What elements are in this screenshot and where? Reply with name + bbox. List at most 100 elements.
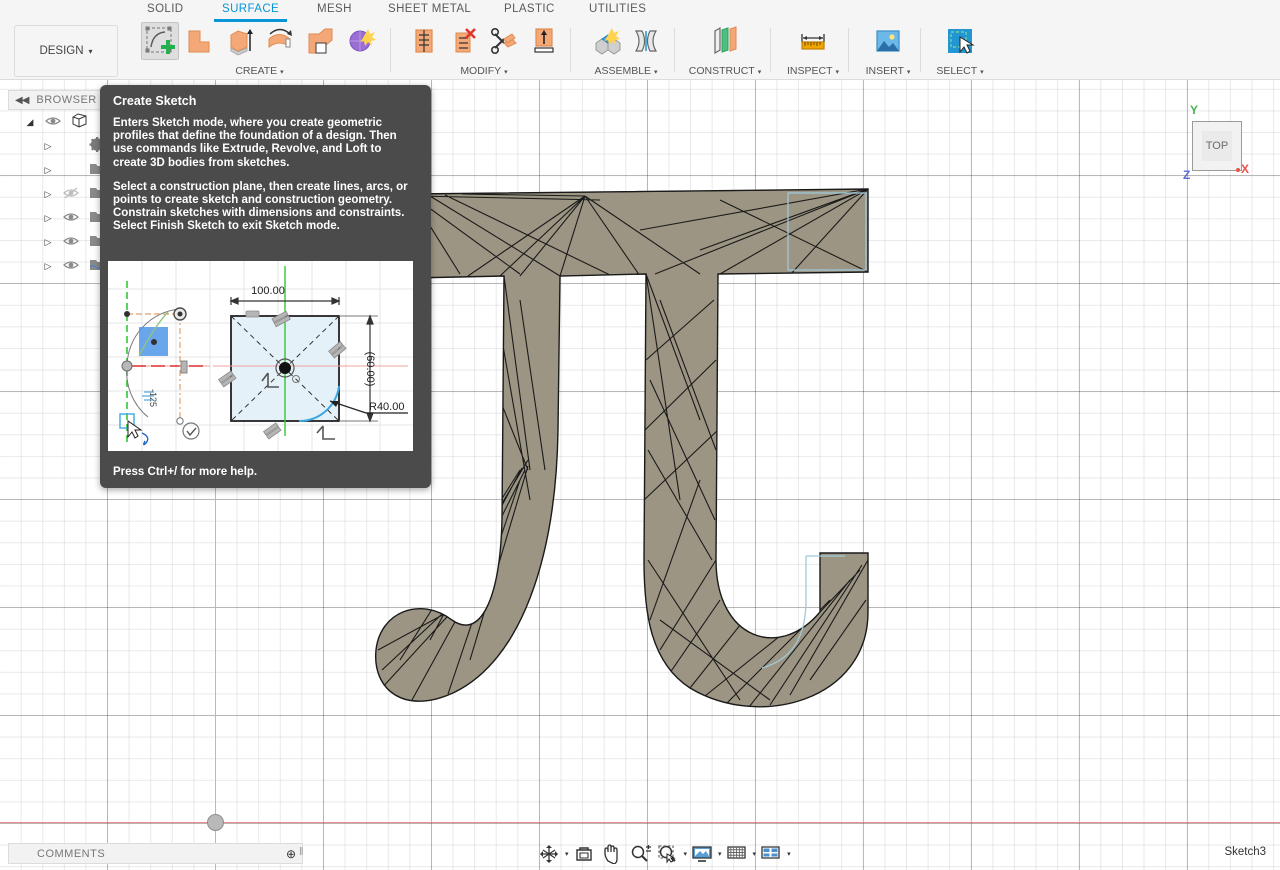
split-icon (488, 25, 520, 57)
delete-face-button[interactable] (445, 22, 483, 60)
create-sketch-button[interactable] (141, 22, 179, 60)
collapse-left-icon[interactable]: ◀◀ (15, 95, 28, 106)
patch-button[interactable] (181, 22, 219, 60)
origin-point[interactable] (207, 814, 224, 831)
viewcube-top-face[interactable]: TOP (1193, 122, 1241, 170)
axis-label-z: Z (1183, 168, 1190, 182)
revolve-button[interactable] (261, 22, 299, 60)
collapsed-twisty-icon[interactable]: ▷ (38, 237, 58, 248)
tab-utilities[interactable]: UTILITIES (589, 3, 646, 19)
patch-icon (184, 25, 216, 57)
pan-hand-button[interactable] (599, 842, 625, 866)
chevron-down-icon: ▾ (654, 69, 658, 76)
revolve-icon (264, 25, 296, 57)
collapsed-twisty-icon[interactable]: ▷ (38, 165, 58, 176)
chevron-down-icon[interactable]: ▾ (753, 850, 757, 858)
joint-icon (630, 25, 662, 57)
panel-label-create[interactable]: CREATE▾ (132, 65, 387, 77)
split-button[interactable] (485, 22, 523, 60)
panel-label-insert[interactable]: INSERT▾ (858, 65, 918, 77)
look-at-button[interactable] (571, 842, 597, 866)
grid-snaps-icon (726, 844, 748, 864)
eye-visible-icon[interactable] (58, 259, 84, 274)
eye-visible-icon[interactable] (58, 211, 84, 226)
loft-button[interactable] (301, 22, 339, 60)
sculpt-button[interactable] (341, 22, 379, 60)
panel-divider (770, 28, 771, 72)
ribbon-panel-inspect: INSPECT▾ (780, 22, 846, 80)
collapsed-twisty-icon[interactable]: ▷ (38, 141, 58, 152)
display-settings-button[interactable] (689, 842, 715, 866)
eye-visible-icon[interactable] (58, 235, 84, 250)
offset-plane-button[interactable] (706, 22, 744, 60)
dim-width-label: 100.00 (251, 285, 285, 297)
collapsed-twisty-icon[interactable]: ▷ (38, 261, 58, 272)
tab-surface[interactable]: SURFACE (222, 3, 279, 19)
panel-label-text: INSPECT (787, 65, 833, 77)
ribbon-toolbar: DESIGN ▾ CREATE▾MODIFY▾ASSEMBLE▾CONSTRUC… (0, 22, 1280, 80)
panel-divider (674, 28, 675, 72)
extrude-icon (224, 25, 256, 57)
tab-solid[interactable]: SOLID (147, 3, 184, 19)
orbit-button[interactable] (536, 842, 562, 866)
panel-label-construct[interactable]: CONSTRUCT▾ (684, 65, 766, 77)
chevron-down-icon[interactable]: ▾ (565, 850, 569, 858)
ribbon-panel-select: SELECT▾ (930, 22, 990, 80)
chevron-down-icon[interactable]: ▾ (718, 850, 722, 858)
new-component-button[interactable] (587, 22, 625, 60)
joint-button[interactable] (627, 22, 665, 60)
viewports-icon (760, 844, 782, 864)
measure-button[interactable] (794, 22, 832, 60)
insert-image-button[interactable] (869, 22, 907, 60)
delete-face-icon (448, 25, 480, 57)
extrude-button[interactable] (221, 22, 259, 60)
viewcube[interactable]: TOP (1192, 121, 1242, 171)
design-workspace-menu[interactable]: DESIGN ▾ (14, 25, 118, 77)
chevron-down-icon[interactable]: ▾ (787, 850, 791, 858)
grid-snaps-button[interactable] (724, 842, 750, 866)
collapsed-twisty-icon[interactable]: ▷ (38, 213, 58, 224)
zoom-button[interactable] (627, 842, 653, 866)
panel-label-text: CONSTRUCT (689, 65, 755, 77)
viewports-button[interactable] (758, 842, 784, 866)
comments-resize-grip[interactable]: ‖ (299, 846, 304, 858)
panel-divider (390, 28, 391, 72)
eye-hidden-icon[interactable] (58, 187, 84, 202)
tab-plastic[interactable]: PLASTIC (504, 3, 555, 19)
chevron-down-icon: ▾ (89, 47, 93, 56)
measure-icon (797, 25, 829, 57)
dim-radius-label: R40.00 (369, 401, 404, 413)
panel-label-text: CREATE (235, 65, 277, 77)
axis-label-y: Y (1190, 103, 1198, 117)
collapsed-twisty-icon[interactable]: ▷ (38, 189, 58, 200)
panel-label-inspect[interactable]: INSPECT▾ (780, 65, 846, 77)
expanded-twisty-icon[interactable]: ◢ (20, 117, 40, 128)
panel-label-select[interactable]: SELECT▾ (930, 65, 990, 77)
panel-divider (848, 28, 849, 72)
loft-icon (304, 25, 336, 57)
chevron-down-icon: ▾ (836, 69, 840, 76)
ribbon-panel-construct: CONSTRUCT▾ (684, 22, 766, 80)
new-component-icon (590, 25, 622, 57)
ribbon-panel-modify: MODIFY▾ (400, 22, 568, 80)
add-comment-icon[interactable]: ⊕ (286, 847, 296, 861)
panel-label-assemble[interactable]: ASSEMBLE▾ (580, 65, 672, 77)
tab-sheet-metal[interactable]: SHEET METAL (388, 3, 471, 19)
chevron-down-icon: ▾ (907, 69, 911, 76)
comments-bar[interactable]: COMMENTS ⊕ (8, 843, 303, 864)
zoom-window-button[interactable] (655, 842, 681, 866)
zoom-window-icon (657, 844, 679, 864)
panel-label-modify[interactable]: MODIFY▾ (400, 65, 568, 77)
tab-mesh[interactable]: MESH (317, 3, 352, 19)
eye-visible-icon[interactable] (40, 115, 66, 130)
chevron-down-icon[interactable]: ▾ (684, 850, 688, 858)
select-cursor-button[interactable] (941, 22, 979, 60)
chevron-down-icon: ▾ (980, 69, 984, 76)
offset-button[interactable] (525, 22, 563, 60)
design-label: DESIGN (39, 45, 83, 57)
offset-plane-icon (709, 25, 741, 57)
trim-button[interactable] (405, 22, 443, 60)
fusion360-window: SOLID SURFACE MESH SHEET METAL PLASTIC UTILIT… (0, 0, 1280, 870)
insert-image-icon (872, 25, 904, 57)
status-sketch-name: Sketch3 (1224, 846, 1266, 858)
